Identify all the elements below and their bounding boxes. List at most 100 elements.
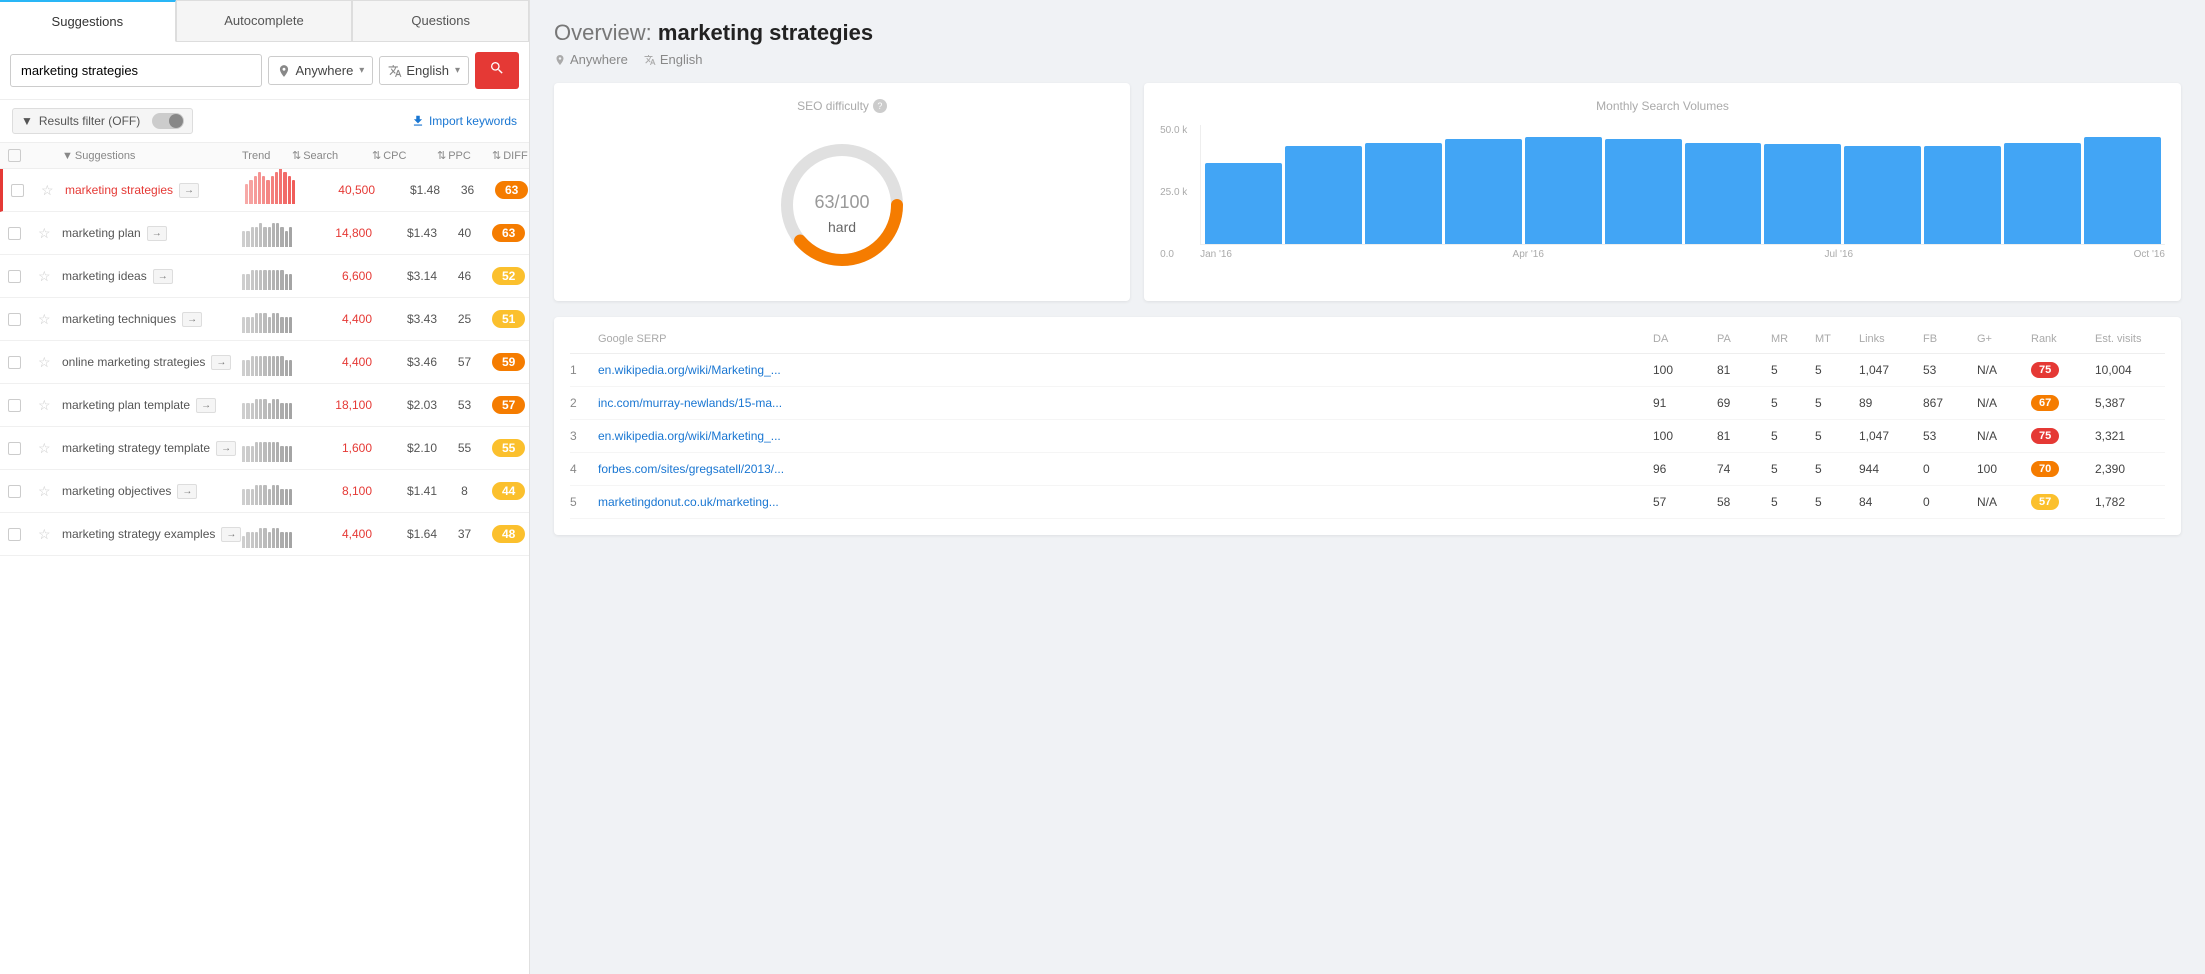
meta-location-text: Anywhere bbox=[570, 52, 628, 67]
serp-mt: 5 bbox=[1815, 429, 1855, 443]
results-filter-label: ▼ Results filter (OFF) bbox=[12, 108, 193, 134]
row-cpc: $3.46 bbox=[372, 355, 437, 369]
table-row: ☆ marketing strategy template → 1,600 $2… bbox=[0, 427, 529, 470]
keyword-arrow-btn[interactable]: → bbox=[179, 183, 199, 198]
serp-pa: 74 bbox=[1717, 462, 1767, 476]
serp-mr: 5 bbox=[1771, 363, 1811, 377]
search-input[interactable] bbox=[10, 54, 262, 87]
row-star[interactable]: ☆ bbox=[38, 354, 62, 371]
seo-difficulty-title: SEO difficulty ? bbox=[570, 99, 1114, 113]
filter-bar: ▼ Results filter (OFF) Import keywords bbox=[0, 100, 529, 143]
serp-url[interactable]: forbes.com/sites/gregsatell/2013/... bbox=[598, 462, 1649, 476]
row-diff: 63 bbox=[492, 224, 529, 242]
serp-url[interactable]: marketingdonut.co.uk/marketing... bbox=[598, 495, 1649, 509]
table-header: ▼ Suggestions Trend ⇅ Search ⇅ CPC ⇅ PPC… bbox=[0, 143, 529, 169]
seo-help-icon[interactable]: ? bbox=[873, 99, 887, 113]
row-star[interactable]: ☆ bbox=[38, 397, 62, 414]
row-cpc: $2.03 bbox=[372, 398, 437, 412]
serp-gplus: 100 bbox=[1977, 462, 2027, 476]
row-checkbox[interactable] bbox=[8, 227, 38, 240]
row-star[interactable]: ☆ bbox=[38, 483, 62, 500]
keyword-arrow-btn[interactable]: → bbox=[153, 269, 173, 284]
row-checkbox[interactable] bbox=[8, 356, 38, 369]
serp-fb: 0 bbox=[1923, 495, 1973, 509]
row-trend bbox=[242, 219, 292, 247]
tabs-bar: Suggestions Autocomplete Questions bbox=[0, 0, 529, 42]
serp-url[interactable]: en.wikipedia.org/wiki/Marketing_... bbox=[598, 429, 1649, 443]
row-star[interactable]: ☆ bbox=[41, 182, 65, 199]
row-checkbox[interactable] bbox=[8, 270, 38, 283]
serp-score: 75 bbox=[2031, 362, 2091, 378]
bar-chart-area: 50.0 k 25.0 k 0.0 Jan '16 Apr '16 Jul '1… bbox=[1160, 125, 2165, 284]
row-cpc: $3.14 bbox=[372, 269, 437, 283]
row-diff: 57 bbox=[492, 396, 529, 414]
serp-gplus: N/A bbox=[1977, 429, 2027, 443]
row-ppc: 8 bbox=[437, 484, 492, 498]
language-caret: ▾ bbox=[455, 65, 460, 76]
monthly-volumes-title: Monthly Search Volumes bbox=[1160, 99, 2165, 113]
header-cpc[interactable]: ⇅ CPC bbox=[372, 149, 437, 162]
serp-rank-num: 3 bbox=[570, 429, 594, 443]
serp-da: 100 bbox=[1653, 429, 1713, 443]
right-panel: Overview: marketing strategies Anywhere … bbox=[530, 0, 2205, 974]
tab-suggestions[interactable]: Suggestions bbox=[0, 0, 176, 42]
keyword-arrow-btn[interactable]: → bbox=[211, 355, 231, 370]
keyword-arrow-btn[interactable]: → bbox=[216, 441, 236, 456]
row-star[interactable]: ☆ bbox=[38, 311, 62, 328]
header-ppc[interactable]: ⇅ PPC bbox=[437, 149, 492, 162]
serp-rows: 1 en.wikipedia.org/wiki/Marketing_... 10… bbox=[570, 354, 2165, 519]
overview-keyword: marketing strategies bbox=[658, 20, 873, 45]
row-trend bbox=[242, 305, 292, 333]
row-cpc: $1.64 bbox=[372, 527, 437, 541]
row-checkbox[interactable] bbox=[8, 528, 38, 541]
row-search: 40,500 bbox=[295, 183, 375, 197]
import-keywords-button[interactable]: Import keywords bbox=[411, 114, 517, 128]
row-star[interactable]: ☆ bbox=[38, 440, 62, 457]
serp-mr: 5 bbox=[1771, 429, 1811, 443]
row-checkbox[interactable] bbox=[11, 184, 41, 197]
keyword-arrow-btn[interactable]: → bbox=[182, 312, 202, 327]
row-diff: 44 bbox=[492, 482, 529, 500]
keyword-arrow-btn[interactable]: → bbox=[147, 226, 167, 241]
chart-bar bbox=[1365, 143, 1442, 244]
row-checkbox[interactable] bbox=[8, 313, 38, 326]
table-row: ☆ marketing objectives → 8,100 $1.41 8 4… bbox=[0, 470, 529, 513]
header-suggestions[interactable]: ▼ Suggestions bbox=[62, 150, 242, 162]
row-checkbox[interactable] bbox=[8, 399, 38, 412]
serp-card: Google SERP DA PA MR MT Links FB G+ Rank… bbox=[554, 317, 2181, 535]
serp-mr: 5 bbox=[1771, 495, 1811, 509]
row-diff: 48 bbox=[492, 525, 529, 543]
toggle-knob bbox=[169, 114, 183, 128]
row-checkbox[interactable] bbox=[8, 442, 38, 455]
serp-rank-num: 1 bbox=[570, 363, 594, 377]
keyword-arrow-btn[interactable]: → bbox=[177, 484, 197, 499]
row-search: 6,600 bbox=[292, 269, 372, 283]
row-trend bbox=[242, 434, 292, 462]
serp-pa: 81 bbox=[1717, 429, 1767, 443]
row-checkbox[interactable] bbox=[8, 485, 38, 498]
location-select[interactable]: Anywhere ▾ bbox=[268, 56, 373, 85]
serp-url[interactable]: en.wikipedia.org/wiki/Marketing_... bbox=[598, 363, 1649, 377]
row-star[interactable]: ☆ bbox=[38, 526, 62, 543]
search-button[interactable] bbox=[475, 52, 519, 89]
serp-links: 89 bbox=[1859, 396, 1919, 410]
row-cpc: $1.41 bbox=[372, 484, 437, 498]
language-select[interactable]: English ▾ bbox=[379, 56, 469, 85]
tab-questions[interactable]: Questions bbox=[352, 0, 529, 41]
row-keyword: marketing plan → bbox=[62, 226, 242, 241]
table-row: ☆ marketing techniques → 4,400 $3.43 25 … bbox=[0, 298, 529, 341]
keyword-arrow-btn[interactable]: → bbox=[221, 527, 241, 542]
tab-autocomplete[interactable]: Autocomplete bbox=[176, 0, 353, 41]
chart-bar bbox=[1525, 137, 1602, 244]
keyword-arrow-btn[interactable]: → bbox=[196, 398, 216, 413]
filter-toggle[interactable] bbox=[152, 113, 184, 129]
row-star[interactable]: ☆ bbox=[38, 225, 62, 242]
charts-row: SEO difficulty ? 63/100 hard bbox=[554, 83, 2181, 301]
header-search[interactable]: ⇅ Search bbox=[292, 149, 372, 162]
serp-score: 67 bbox=[2031, 395, 2091, 411]
chart-bar bbox=[1605, 139, 1682, 244]
serp-url[interactable]: inc.com/murray-newlands/15-ma... bbox=[598, 396, 1649, 410]
row-star[interactable]: ☆ bbox=[38, 268, 62, 285]
serp-rank-num: 4 bbox=[570, 462, 594, 476]
serp-gplus: N/A bbox=[1977, 363, 2027, 377]
